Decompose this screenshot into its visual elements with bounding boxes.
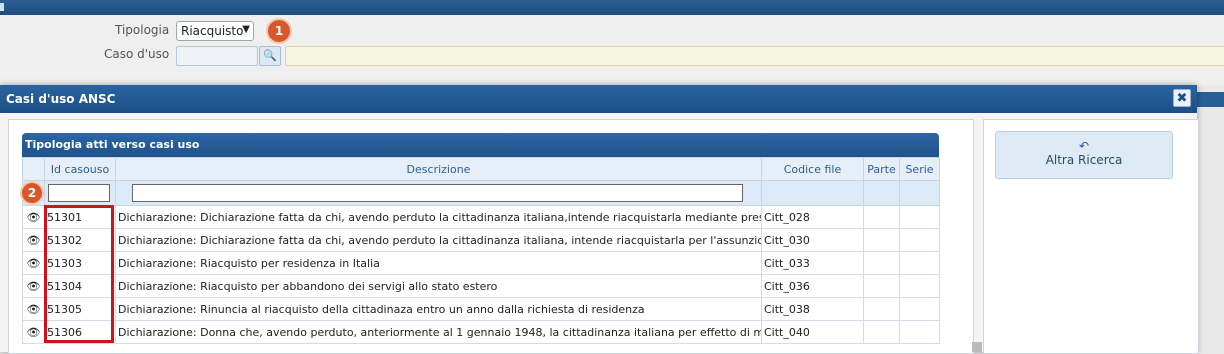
cell-serie xyxy=(899,297,940,321)
eye-icon[interactable]: 👁 xyxy=(22,320,45,344)
casi-uso-grid: Tipologia atti verso casi uso Id casouso… xyxy=(22,133,940,353)
tipologia-value: Riacquisto xyxy=(181,24,244,38)
cell-parte xyxy=(863,320,900,344)
table-row[interactable]: 👁 51303 Dichiarazione: Riacquisto per re… xyxy=(22,251,940,275)
cell-parte xyxy=(863,274,900,298)
cell-codice-file: Citt_036 xyxy=(761,274,864,298)
cell-codice-file: Citt_038 xyxy=(761,297,864,321)
table-row[interactable]: 👁 51301 Dichiarazione: Dichiarazione fat… xyxy=(22,205,940,229)
eye-icon[interactable]: 👁 xyxy=(22,228,45,252)
caso-uso-input[interactable] xyxy=(176,46,258,66)
actions-pane: ↶ Altra Ricerca xyxy=(983,119,1199,354)
cell-codice-file: Citt_040 xyxy=(761,320,864,344)
filter-row xyxy=(22,180,940,206)
top-bar xyxy=(0,0,1224,15)
cell-parte xyxy=(863,297,900,321)
cell-descrizione: Dichiarazione: Dichiarazione fatta da ch… xyxy=(115,228,762,252)
descrizione-filter-input[interactable] xyxy=(132,184,743,202)
tipologia-label: Tipologia xyxy=(115,23,170,37)
results-pane: Tipologia atti verso casi uso Id casouso… xyxy=(8,119,974,354)
column-header-parte[interactable]: Parte xyxy=(863,157,900,181)
close-icon[interactable]: ✖ xyxy=(1173,89,1191,107)
search-icon[interactable]: 🔍 xyxy=(259,46,281,66)
column-header-codice-file[interactable]: Codice file xyxy=(761,157,864,181)
cell-serie xyxy=(899,251,940,275)
cell-parte xyxy=(863,228,900,252)
highlight-box xyxy=(44,205,114,343)
cell-codice-file: Citt_028 xyxy=(761,205,864,229)
cell-serie xyxy=(899,274,940,298)
cell-codice-file: Citt_030 xyxy=(761,228,864,252)
cell-serie xyxy=(899,205,940,229)
tipologia-select[interactable]: Riacquisto ▼ xyxy=(176,21,254,41)
cell-parte xyxy=(863,251,900,275)
eye-icon[interactable]: 👁 xyxy=(22,274,45,298)
column-header-serie[interactable]: Serie xyxy=(899,157,940,181)
altra-ricerca-button[interactable]: ↶ Altra Ricerca xyxy=(995,131,1173,179)
cell-descrizione: Dichiarazione: Riacquisto per residenza … xyxy=(115,251,762,275)
back-arrow-icon: ↶ xyxy=(1078,139,1090,153)
chevron-down-icon: ▼ xyxy=(242,24,250,35)
column-header-view xyxy=(22,157,45,181)
caso-uso-label: Caso d'uso xyxy=(104,47,170,61)
id-filter-input[interactable] xyxy=(48,184,110,202)
cell-serie xyxy=(899,228,940,252)
column-header-descrizione[interactable]: Descrizione xyxy=(115,157,762,181)
cell-descrizione: Dichiarazione: Dichiarazione fatta da ch… xyxy=(115,205,762,229)
cell-descrizione: Dichiarazione: Rinuncia al riacquisto de… xyxy=(115,297,762,321)
cell-serie xyxy=(899,320,940,344)
eye-icon[interactable]: 👁 xyxy=(22,297,45,321)
search-panel: Tipologia Riacquisto ▼ 1 Caso d'uso 🔍 xyxy=(0,15,1224,85)
cell-parte xyxy=(863,205,900,229)
step-badge-1: 1 xyxy=(266,18,292,44)
casi-uso-table: Id casouso Descrizione Codice file Parte… xyxy=(22,157,940,344)
cell-codice-file: Citt_033 xyxy=(761,251,864,275)
cell-descrizione: Dichiarazione: Donna che, avendo perduto… xyxy=(115,320,762,344)
column-header-id[interactable]: Id casouso xyxy=(44,157,116,181)
scrollbar-thumb[interactable] xyxy=(972,342,982,352)
table-row[interactable]: 👁 51302 Dichiarazione: Dichiarazione fat… xyxy=(22,228,940,252)
cell-descrizione: Dichiarazione: Riacquisto per abbandono … xyxy=(115,274,762,298)
grid-title: Tipologia atti verso casi uso xyxy=(22,133,939,157)
table-row[interactable]: 👁 51306 Dichiarazione: Donna che, avendo… xyxy=(22,320,940,344)
step-badge-2: 2 xyxy=(20,181,44,205)
caso-uso-description-field xyxy=(285,46,1224,66)
top-bar-marker xyxy=(0,3,4,11)
background-header-strip xyxy=(1197,92,1224,107)
altra-ricerca-label: Altra Ricerca xyxy=(1045,153,1123,167)
eye-icon[interactable]: 👁 xyxy=(22,251,45,275)
dialog-title: Casi d'uso ANSC xyxy=(0,85,1197,113)
casi-uso-dialog: Casi d'uso ANSC ✖ Tipologia atti verso c… xyxy=(0,85,1199,354)
table-row[interactable]: 👁 51304 Dichiarazione: Riacquisto per ab… xyxy=(22,274,940,298)
eye-icon[interactable]: 👁 xyxy=(22,205,45,229)
table-row[interactable]: 👁 51305 Dichiarazione: Rinuncia al riacq… xyxy=(22,297,940,321)
